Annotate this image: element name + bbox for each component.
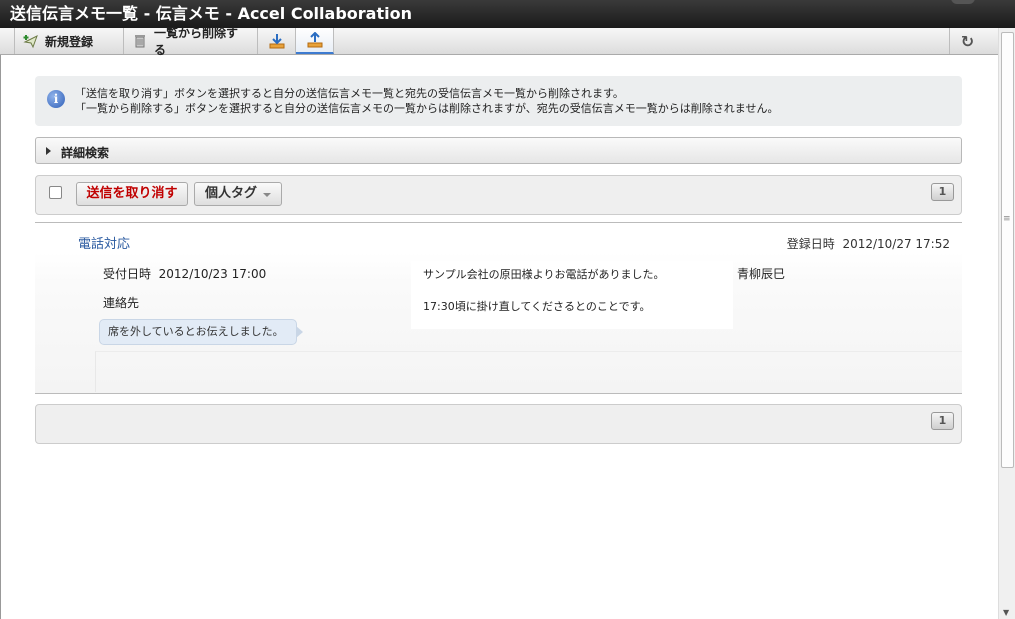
contact-label: 連絡先 [103, 296, 140, 310]
memo-message-body: サンプル会社の原田様よりお電話がありました。 17:30頃に掛け直してくださると… [411, 261, 733, 329]
refresh-icon: ↻ [960, 31, 975, 51]
new-button-label: 新規登録 [45, 34, 94, 49]
received-value: 2012/10/23 17:00 [158, 267, 267, 281]
memo-note-bubble: 席を外しているとお伝えしました。 [99, 319, 303, 345]
delete-button-label: 一覧から削除する [154, 26, 239, 57]
window-title: 送信伝言メモ一覧 - 伝言メモ - Accel Collaboration [10, 4, 412, 23]
expand-arrow-icon [46, 147, 51, 155]
select-all-checkbox[interactable] [49, 186, 62, 199]
message-line-2: 17:30頃に掛け直してくださるとのことです。 [423, 300, 651, 313]
personal-tag-dropdown[interactable]: 個人タグ [194, 182, 282, 206]
toolbar: 新規登録 一覧から削除する ↻ [0, 26, 1015, 57]
message-line-1: サンプル会社の原田様よりお電話がありました。 [423, 268, 665, 281]
received-label: 受付日時 [103, 267, 152, 281]
info-line-1: 「送信を取り消す」ボタンを選択すると自分の送信伝言メモ一覧と宛先の受信伝言メモ一… [75, 87, 624, 100]
window-corner-control[interactable] [951, 0, 975, 4]
registered-datetime: 登録日時 2012/10/27 17:52 [787, 235, 950, 252]
download-icon [269, 33, 285, 49]
new-button[interactable]: 新規登録 [14, 28, 124, 54]
personal-tag-label: 個人タグ [205, 186, 258, 201]
advanced-search-label: 詳細検索 [61, 146, 110, 160]
window-title-bar: 送信伝言メモ一覧 - 伝言メモ - Accel Collaboration [0, 0, 1015, 28]
pagination-footer: 1 [35, 404, 962, 444]
divider [35, 393, 962, 394]
page-number-button[interactable]: 1 [931, 183, 954, 201]
info-icon: i [47, 90, 65, 108]
refresh-button[interactable]: ↻ [949, 28, 985, 54]
memo-author: 青柳辰巳 [737, 267, 786, 281]
add-icon [23, 33, 39, 49]
memo-subject-link[interactable]: 電話対応 [78, 233, 130, 252]
download-button[interactable] [258, 28, 296, 54]
memo-extra-area [95, 351, 962, 392]
scroll-down-icon[interactable]: ▼ [1003, 608, 1009, 617]
info-line-2: 「一覧から削除する」ボタンを選択すると自分の送信伝言メモの一覧からは削除されます… [75, 102, 779, 115]
list-actions-bar: 送信を取り消す 個人タグ 1 [35, 175, 962, 215]
registered-value: 2012/10/27 17:52 [842, 237, 950, 251]
page-number-button[interactable]: 1 [931, 412, 954, 430]
received-datetime: 受付日時 2012/10/23 17:00 [103, 265, 266, 282]
frame-border [0, 55, 1, 619]
cancel-send-button[interactable]: 送信を取り消す [76, 182, 188, 206]
scrollbar-grip-icon: ≡ [1003, 214, 1011, 224]
delete-from-list-button[interactable]: 一覧から削除する [124, 26, 258, 57]
vertical-scrollbar[interactable]: ≡ ▼ [998, 28, 1015, 619]
chevron-down-icon [263, 193, 271, 197]
upload-icon [307, 31, 323, 48]
registered-label: 登録日時 [786, 237, 835, 251]
scrollbar-thumb[interactable] [1001, 32, 1014, 468]
info-message: i 「送信を取り消す」ボタンを選択すると自分の送信伝言メモ一覧と宛先の受信伝言メ… [35, 76, 962, 126]
upload-button[interactable] [296, 28, 334, 54]
memo-list-item: 電話対応 登録日時 2012/10/27 17:52 受付日時 2012/10/… [35, 223, 962, 393]
advanced-search-toggle[interactable]: 詳細検索 [35, 137, 962, 164]
trash-icon [132, 33, 148, 49]
